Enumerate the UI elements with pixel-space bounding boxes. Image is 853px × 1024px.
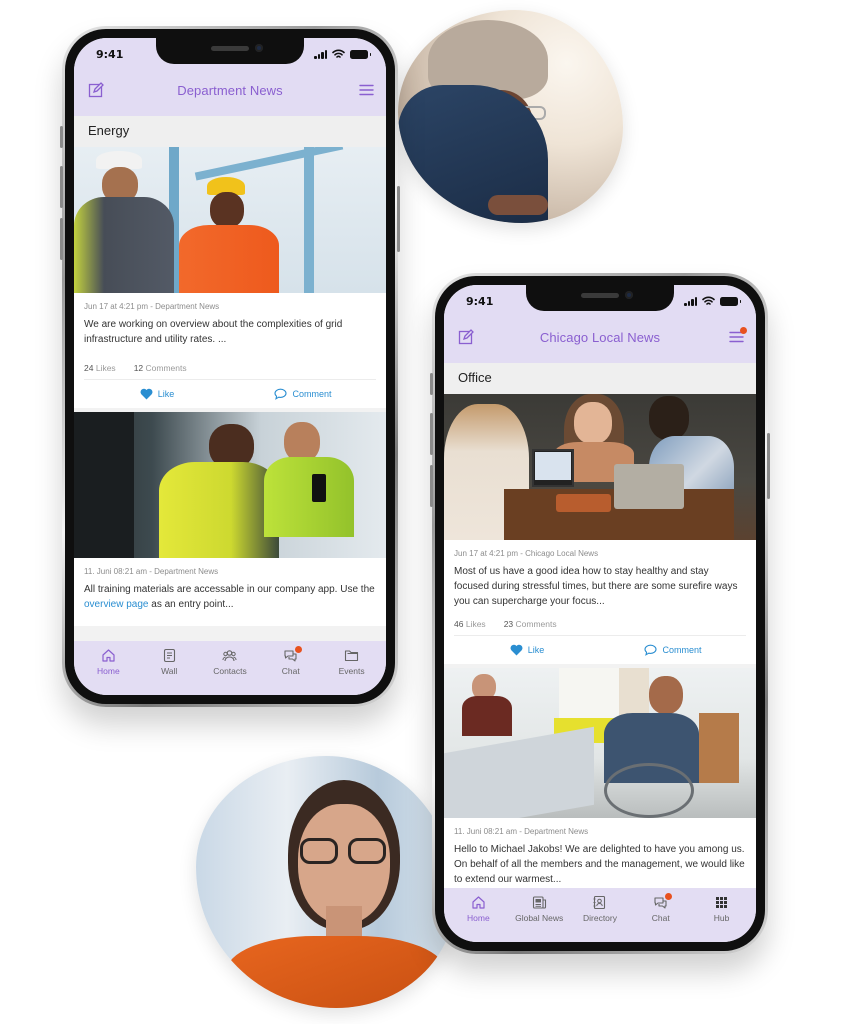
comments-count[interactable]: 23 Comments bbox=[504, 619, 557, 629]
page-title: Chicago Local News bbox=[539, 330, 661, 345]
home-icon bbox=[102, 649, 115, 662]
tab-directory[interactable]: Directory bbox=[570, 895, 631, 923]
grid-icon bbox=[716, 897, 728, 908]
wifi-icon bbox=[332, 49, 345, 58]
like-button[interactable]: Like bbox=[454, 644, 600, 656]
post-meta: Jun 17 at 4:21 pm - Department News bbox=[84, 302, 220, 311]
comment-button[interactable]: Comment bbox=[230, 388, 376, 400]
woman-with-glasses-photo bbox=[196, 756, 456, 1008]
menu-icon[interactable] bbox=[359, 84, 374, 96]
notch bbox=[526, 285, 674, 311]
post-actions: Like Comment bbox=[454, 636, 746, 664]
wall-icon bbox=[163, 648, 175, 663]
section-title: Office bbox=[444, 363, 756, 394]
post-meta: 11. Juni 08:21 am - Department News bbox=[84, 567, 219, 576]
wifi-icon bbox=[702, 296, 715, 305]
status-time: 9:41 bbox=[466, 295, 494, 308]
post-text[interactable]: All training materials are accessable in… bbox=[84, 582, 376, 612]
tab-wall[interactable]: Wall bbox=[139, 648, 200, 676]
comment-button[interactable]: Comment bbox=[600, 644, 746, 656]
tab-events[interactable]: Events bbox=[321, 648, 382, 676]
post-text[interactable]: Most of us have a good idea how to stay … bbox=[454, 564, 746, 609]
like-button[interactable]: Like bbox=[84, 388, 230, 400]
overview-page-link[interactable]: overview page bbox=[84, 599, 148, 610]
post-stats: 46 Likes 23 Comments bbox=[454, 609, 746, 636]
news-icon bbox=[532, 896, 546, 909]
signal-icon bbox=[314, 50, 327, 59]
office-meeting-wheelchair-photo bbox=[444, 668, 756, 818]
post-text[interactable]: Hello to Michael Jakobs! We are delighte… bbox=[454, 842, 746, 887]
status-icons bbox=[314, 49, 371, 59]
coworkers-laptops-photo bbox=[444, 394, 756, 540]
chat-badge bbox=[294, 646, 302, 653]
app-screen: 9:41 Department News Energy Jun 17 at 4:… bbox=[74, 38, 386, 695]
comment-icon bbox=[274, 388, 288, 400]
tab-chat[interactable]: Chat bbox=[630, 893, 691, 923]
tab-contacts[interactable]: Contacts bbox=[200, 648, 261, 676]
post-meta: 11. Juni 08:21 am - Department News bbox=[454, 827, 589, 836]
page-title: Department News bbox=[177, 83, 283, 98]
news-post[interactable]: 11. Juni 08:21 am - Department News All … bbox=[74, 412, 386, 626]
battery-icon bbox=[720, 297, 741, 306]
post-text[interactable]: We are working on overview about the com… bbox=[84, 317, 376, 347]
directory-icon bbox=[593, 895, 606, 910]
likes-count[interactable]: 46 Likes bbox=[454, 619, 486, 629]
contacts-icon bbox=[222, 650, 237, 662]
tab-home[interactable]: Home bbox=[78, 648, 139, 676]
post-actions: Like Comment bbox=[84, 380, 376, 408]
news-post[interactable]: 11. Juni 08:21 am - Department News Hell… bbox=[444, 668, 756, 901]
post-meta: Jun 17 at 4:21 pm - Chicago Local News bbox=[454, 549, 599, 558]
section-title: Energy bbox=[74, 116, 386, 147]
tab-home[interactable]: Home bbox=[448, 895, 509, 923]
comments-count[interactable]: 12 Comments bbox=[134, 363, 187, 373]
home-icon bbox=[472, 896, 485, 909]
workers-in-vehicle-photo bbox=[74, 412, 386, 558]
signal-icon bbox=[684, 297, 697, 306]
tab-chat[interactable]: Chat bbox=[260, 646, 321, 676]
status-icons bbox=[684, 296, 741, 306]
comment-icon bbox=[644, 644, 658, 656]
tab-hub[interactable]: Hub bbox=[691, 895, 752, 923]
battery-icon bbox=[350, 50, 371, 59]
notch bbox=[156, 38, 304, 64]
news-post[interactable]: Jun 17 at 4:21 pm - Chicago Local News M… bbox=[444, 394, 756, 664]
phone-department-news: 9:41 Department News Energy Jun 17 at 4:… bbox=[60, 26, 400, 707]
heart-icon bbox=[510, 644, 523, 656]
menu-badge bbox=[740, 327, 747, 334]
phone-chicago-local-news: 9:41 Chicago Local News Office Jun 17 at… bbox=[430, 273, 770, 954]
news-feed[interactable]: Jun 17 at 4:21 pm - Chicago Local News M… bbox=[444, 394, 756, 901]
news-feed[interactable]: Jun 17 at 4:21 pm - Department News We a… bbox=[74, 147, 386, 626]
post-stats: 24 Likes 12 Comments bbox=[84, 347, 376, 380]
bottom-tab-bar: Home Wall Contacts Chat Events bbox=[74, 641, 386, 695]
likes-count[interactable]: 24 Likes bbox=[84, 363, 116, 373]
chat-badge bbox=[664, 893, 672, 900]
folder-icon bbox=[345, 650, 359, 662]
app-screen: 9:41 Chicago Local News Office Jun 17 at… bbox=[444, 285, 756, 942]
workers-hardhats-photo bbox=[74, 147, 386, 293]
news-post[interactable]: Jun 17 at 4:21 pm - Department News We a… bbox=[74, 147, 386, 408]
heart-icon bbox=[140, 388, 153, 400]
bottom-tab-bar: Home Global News Directory Chat Hub bbox=[444, 888, 756, 942]
status-time: 9:41 bbox=[96, 48, 124, 61]
tab-global-news[interactable]: Global News bbox=[509, 895, 570, 923]
woman-with-phone-photo bbox=[398, 10, 623, 223]
